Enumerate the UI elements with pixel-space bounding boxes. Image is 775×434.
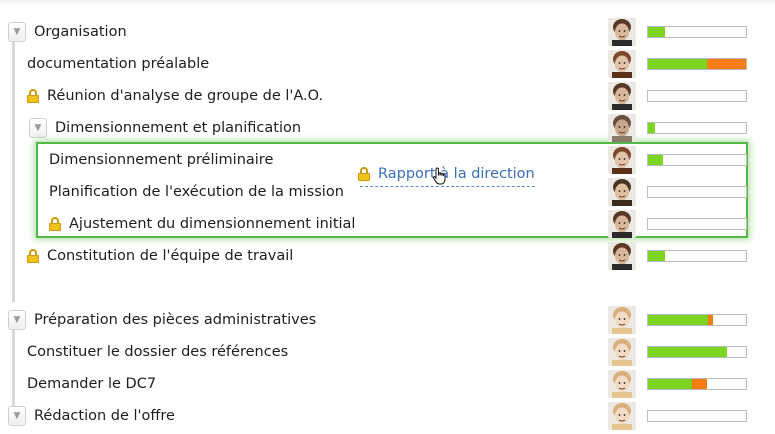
tree-row-organisation[interactable]: ▼ Organisation [8, 16, 127, 48]
progress-bar [647, 410, 747, 422]
row-label: Organisation [34, 24, 127, 40]
row-label: Constitution de l'équipe de travail [47, 248, 294, 264]
row-label: Demander le DC7 [27, 376, 157, 392]
progress-fill-done [648, 315, 708, 325]
row-label: Planification de l'exécution de la missi… [49, 184, 344, 200]
progress-bar [647, 26, 747, 38]
progress-bar [647, 58, 747, 70]
row-label: documentation préalable [27, 56, 210, 72]
tree-row-planification[interactable]: Planification de l'exécution de la missi… [49, 176, 344, 208]
top-divider [0, 0, 775, 6]
row-label: Préparation des pièces administratives [34, 312, 317, 328]
tree-row-ajustement[interactable]: Ajustement du dimensionnement initial [49, 208, 355, 240]
hand-cursor-icon [432, 167, 446, 185]
woman-longhair-icon [608, 146, 636, 174]
progress-bar [647, 250, 747, 262]
row-label: Réunion d'analyse de groupe de l'A.O. [47, 88, 324, 104]
man-beard-icon [608, 82, 636, 110]
collapse-toggle[interactable]: ▼ [8, 406, 26, 426]
woman-longhair-icon [608, 50, 636, 78]
tree-row-documentation[interactable]: documentation préalable [27, 48, 209, 80]
progress-bar [647, 314, 747, 326]
tree-row-dimensionnement[interactable]: ▼ Dimensionnement et planification [29, 112, 301, 144]
collapse-toggle[interactable]: ▼ [29, 118, 47, 138]
tree-row-dc7[interactable]: Demander le DC7 [27, 368, 156, 400]
tree-row-references[interactable]: Constituer le dossier des références [27, 336, 288, 368]
progress-bar [647, 378, 747, 390]
man-smiling-icon [608, 178, 636, 206]
man-beard-icon [608, 210, 636, 238]
blonde-woman-icon [608, 306, 636, 334]
lock-icon [27, 249, 39, 263]
progress-fill-late [707, 315, 713, 325]
row-label: Rédaction de l'offre [34, 408, 175, 424]
row-label: Dimensionnement préliminaire [49, 152, 274, 168]
progress-fill-done [648, 155, 663, 165]
progress-bar [647, 90, 747, 102]
progress-fill-done [648, 59, 707, 69]
tree-row-dim-preliminaire[interactable]: Dimensionnement préliminaire [49, 144, 273, 176]
man-portrait-icon [608, 114, 636, 142]
tree-line-root [12, 40, 15, 302]
collapse-toggle[interactable]: ▼ [8, 310, 26, 330]
progress-fill-late [706, 59, 746, 69]
lock-icon [358, 167, 370, 181]
blonde-woman-icon [608, 338, 636, 366]
progress-bar [647, 346, 747, 358]
tree-row-preparation[interactable]: ▼ Préparation des pièces administratives [8, 304, 316, 336]
tree-line-root-2 [12, 330, 15, 406]
progress-fill-done [648, 251, 665, 261]
blonde-woman-icon [608, 370, 636, 398]
progress-bar [647, 122, 747, 134]
progress-fill-done [648, 123, 655, 133]
dragged-task-label: Rapport à la direction [378, 166, 535, 182]
blonde-woman-icon [608, 402, 636, 430]
tree-row-redaction[interactable]: ▼ Rédaction de l'offre [8, 400, 175, 432]
man-beard-icon [608, 242, 636, 270]
lock-icon [49, 217, 61, 231]
row-label: Ajustement du dimensionnement initial [69, 216, 356, 232]
progress-fill-late [692, 379, 707, 389]
progress-fill-done [648, 379, 693, 389]
row-label: Constituer le dossier des références [27, 344, 289, 360]
progress-fill-done [648, 347, 728, 357]
tree-row-constitution[interactable]: Constitution de l'équipe de travail [27, 240, 293, 272]
row-label: Dimensionnement et planification [55, 120, 302, 136]
progress-fill-done [648, 27, 665, 37]
progress-bar [647, 218, 747, 230]
progress-bar [647, 154, 747, 166]
progress-bar [647, 186, 747, 198]
tree-row-reunion[interactable]: Réunion d'analyse de groupe de l'A.O. [27, 80, 323, 112]
man-beard-icon [608, 18, 636, 46]
lock-icon [27, 89, 39, 103]
collapse-toggle[interactable]: ▼ [8, 22, 26, 42]
